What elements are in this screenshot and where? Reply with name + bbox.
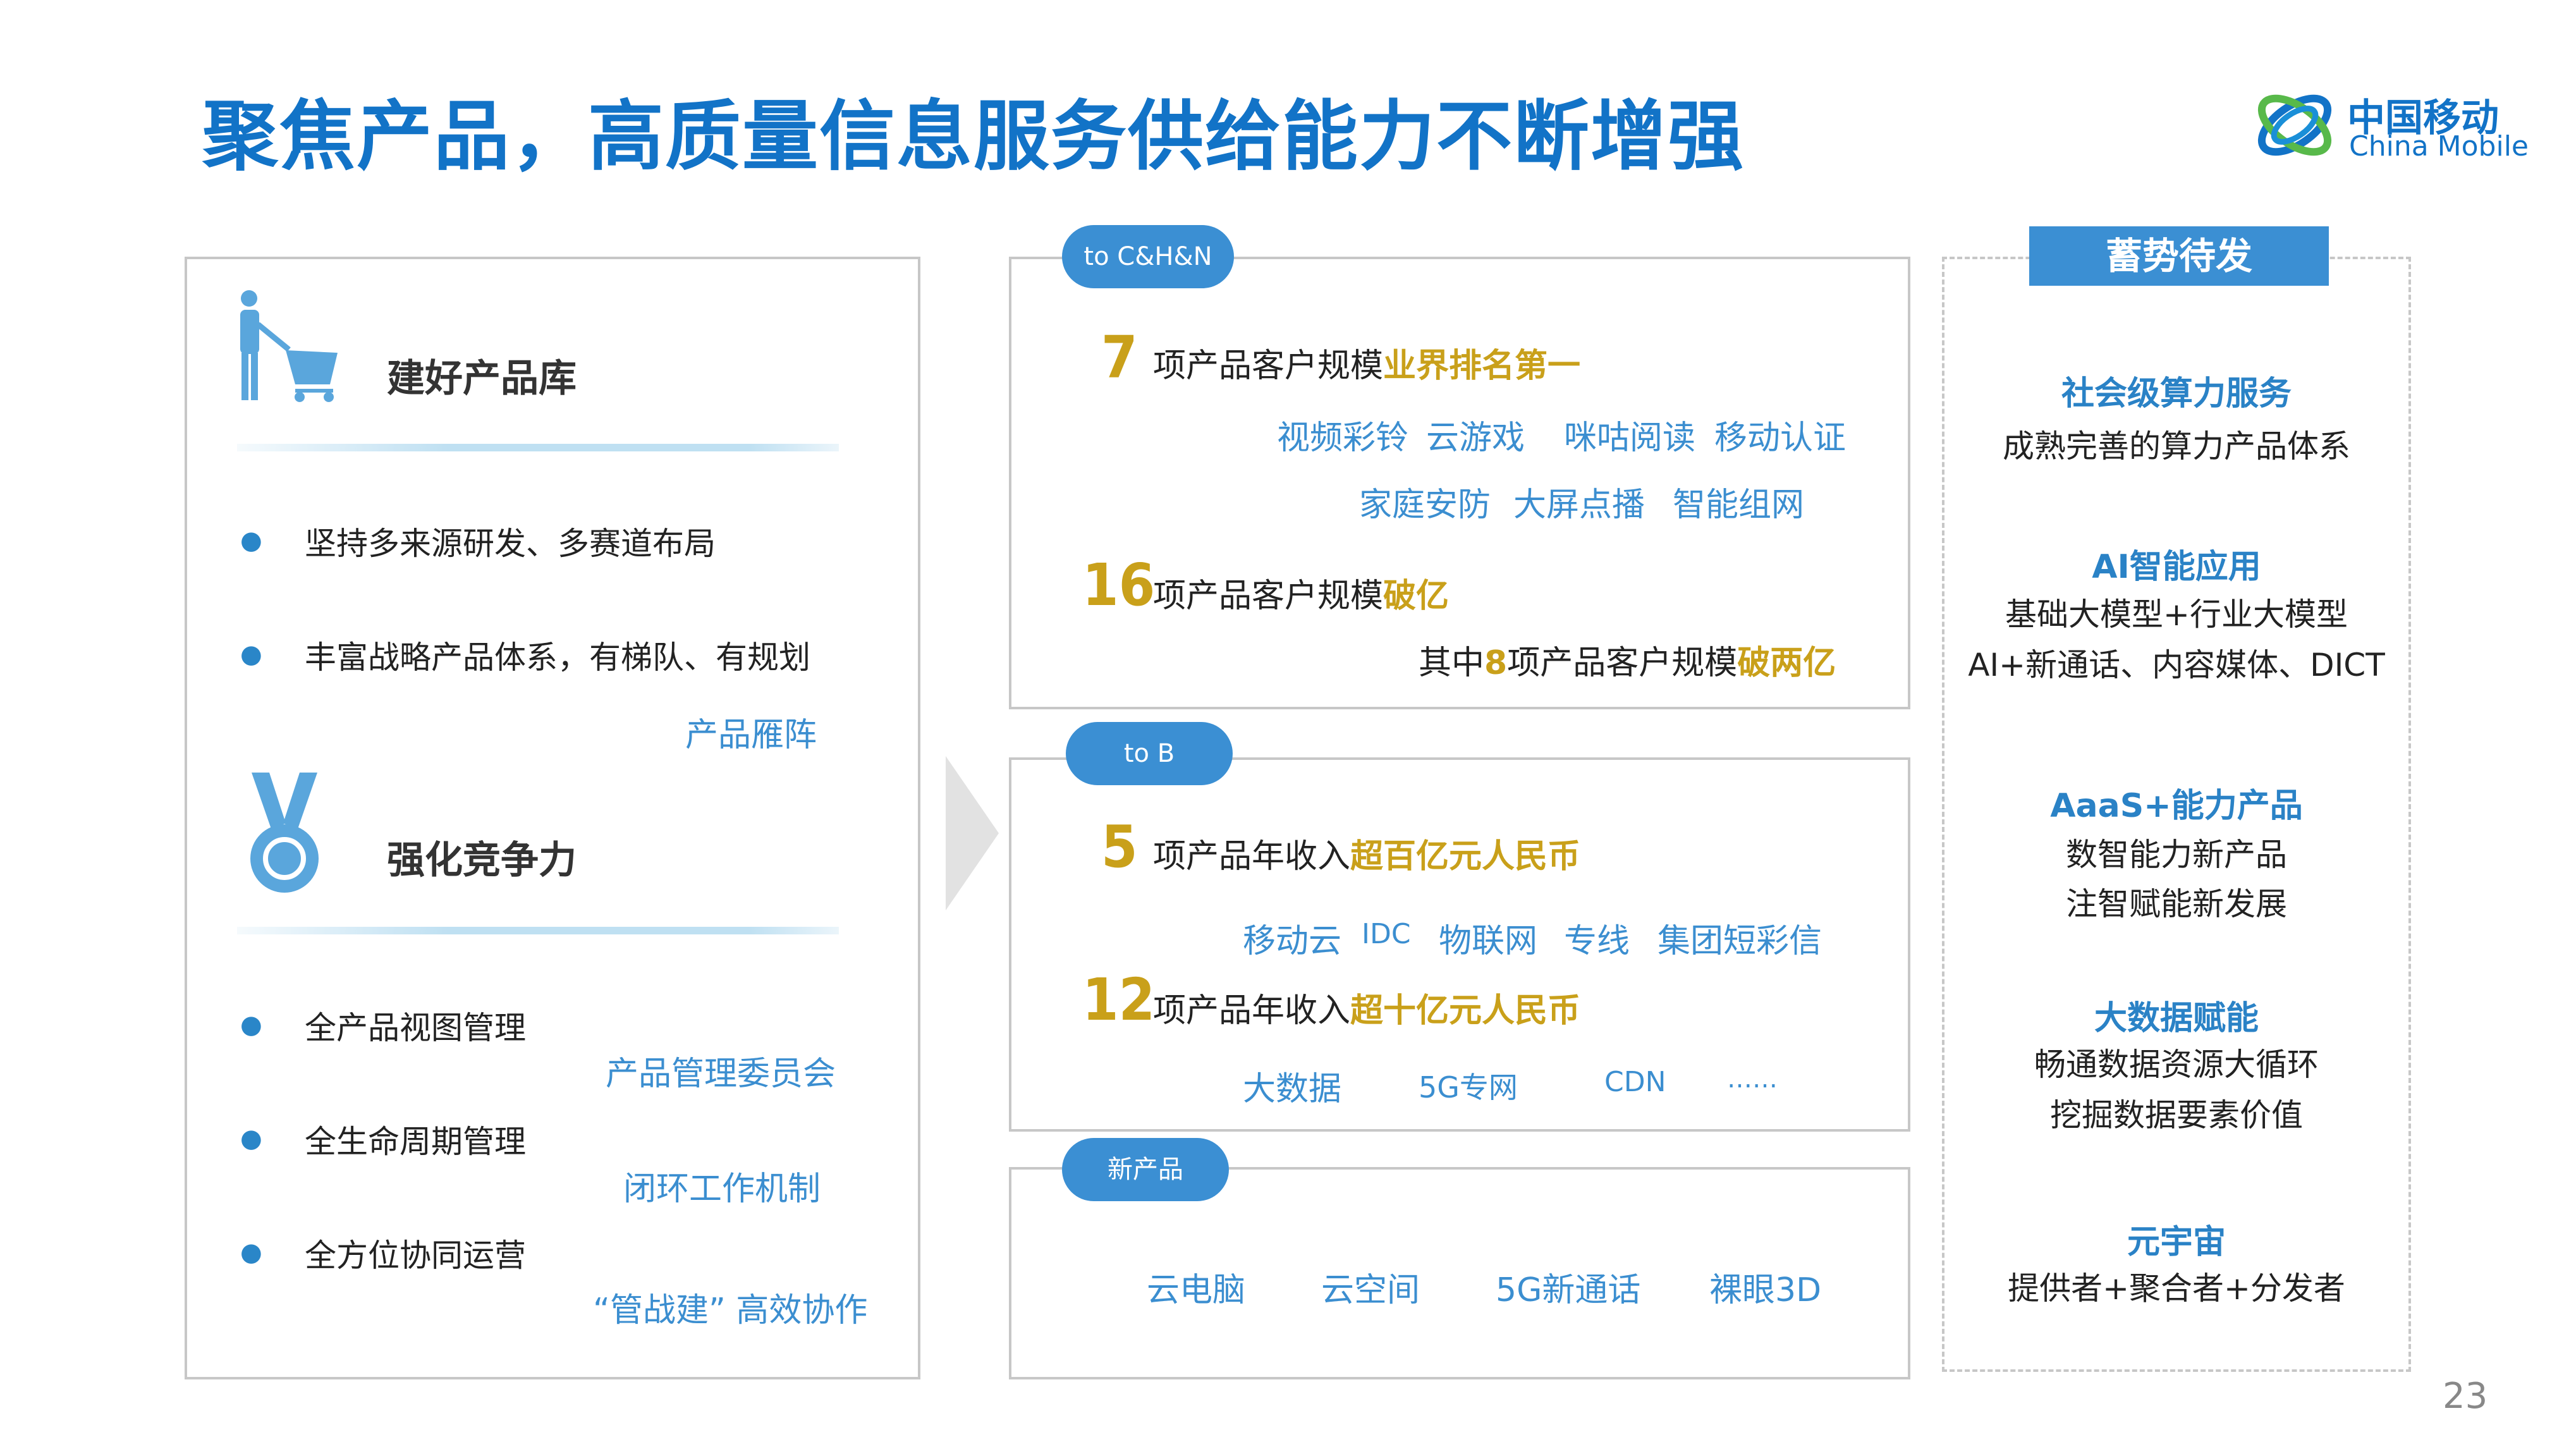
left-bullet-4: 全生命周期管理 (305, 1123, 526, 1160)
product-item: 移动认证 (1714, 419, 1847, 457)
right-group-line: 基础大模型+行业大模型 (2005, 596, 2348, 633)
bullet-dot: ● (240, 1010, 262, 1039)
sub-stat-highlight: 破两亿 (1737, 644, 1836, 682)
new-product-item: 云电脑 (1147, 1271, 1246, 1309)
to-chn-pill: to C&H&N (1062, 225, 1234, 288)
product-item: 云游戏 (1426, 419, 1525, 457)
product-committee-tag: 产品管理委员会 (606, 1055, 836, 1093)
stat-line: 项产品年收入超百亿元人民币 (1153, 829, 1580, 877)
bullet-dot: ● (240, 1124, 262, 1153)
stat-text: 项产品年收入 (1153, 992, 1351, 1030)
product-item: 智能组网 (1673, 486, 1805, 524)
page-number: 23 (2443, 1376, 2488, 1417)
section-competitiveness-title: 强化竞争力 (387, 838, 577, 883)
right-group-head: 元宇宙 (2127, 1223, 2226, 1261)
product-item: 移动云 (1243, 922, 1342, 960)
section-build-library-title: 建好产品库 (387, 357, 577, 401)
left-bullet-1: 坚持多来源研发、多赛道布局 (305, 525, 716, 562)
to-b-pill: to B (1066, 722, 1233, 785)
stat-text: 项产品年收入 (1153, 838, 1351, 876)
stat-highlight: 超百亿元人民币 (1350, 838, 1581, 876)
product-item: 大屏点播 (1513, 486, 1645, 524)
right-group-head: AI智能应用 (2092, 548, 2261, 586)
product-item: CDN (1604, 1066, 1666, 1098)
china-mobile-logo-icon (2257, 94, 2332, 156)
product-item: IDC (1362, 918, 1411, 950)
closed-loop-tag: 闭环工作机制 (623, 1170, 821, 1208)
left-bullet-2: 丰富战略产品体系，有梯队、有规划 (305, 639, 810, 676)
product-item: 集团短彩信 (1657, 922, 1822, 960)
sub-stat-number: 8 (1484, 644, 1508, 682)
product-item: 家庭安防 (1359, 486, 1491, 524)
section-divider (237, 444, 839, 451)
new-product-item: 云空间 (1321, 1271, 1420, 1309)
stat-highlight: 业界排名第一 (1383, 347, 1581, 385)
product-item: 大数据 (1243, 1070, 1342, 1108)
stat-highlight: 超十亿元人民币 (1350, 992, 1581, 1030)
stat-line: 项产品客户规模业界排名第一 (1153, 339, 1580, 386)
product-item: 视频彩铃 (1277, 419, 1409, 457)
right-group-line: AI+新通话、内容媒体、DICT (1968, 647, 2385, 683)
shopping-cart-person-icon (240, 290, 338, 402)
section-divider (237, 927, 839, 934)
stat-line: 项产品客户规模破亿 (1153, 569, 1449, 616)
chevron-right-icon (946, 756, 999, 910)
stat-number: 12 (1082, 966, 1156, 1034)
page-title: 聚焦产品，高质量信息服务供给能力不断增强 (202, 93, 1745, 181)
stat-number: 7 (1101, 324, 1138, 391)
product-formation-tag: 产品雁阵 (685, 716, 817, 754)
sub-stat-line: 其中8项产品客户规模破两亿 (1419, 636, 1836, 683)
stat-number: 5 (1101, 813, 1138, 881)
product-item: …… (1727, 1065, 1778, 1094)
right-group-line: 成熟完善的算力产品体系 (2003, 428, 2350, 465)
bullet-dot: ● (240, 526, 262, 555)
sub-stat-text: 项产品客户规模 (1507, 644, 1738, 682)
stat-highlight: 破亿 (1383, 577, 1450, 615)
bullet-dot: ● (240, 640, 262, 669)
bullet-dot: ● (240, 1238, 262, 1267)
stat-line: 项产品年收入超十亿元人民币 (1153, 984, 1580, 1031)
new-products-pill: 新产品 (1062, 1138, 1229, 1201)
product-item: 物联网 (1439, 922, 1538, 960)
logo-english: China Mobile (2349, 130, 2529, 162)
right-group-line: 畅通数据资源大循环 (2034, 1046, 2319, 1083)
product-item: 5G专网 (1419, 1070, 1518, 1104)
right-group-line: 注智赋能新发展 (2066, 886, 2287, 922)
stat-text: 项产品客户规模 (1153, 577, 1384, 615)
right-group-head: AaaS+能力产品 (2050, 787, 2303, 825)
collaboration-tag: “管战建” 高效协作 (593, 1292, 868, 1330)
medal-icon (250, 773, 319, 893)
product-item: 专线 (1564, 922, 1630, 960)
stat-number: 16 (1082, 551, 1156, 619)
right-group-line: 数智能力新产品 (2066, 836, 2287, 873)
right-group-line: 提供者+聚合者+分发者 (2008, 1270, 2345, 1307)
sub-stat-pre: 其中 (1419, 644, 1485, 682)
right-panel-title: 蓄势待发 (2105, 235, 2252, 278)
product-item: 咪咕阅读 (1564, 419, 1696, 457)
left-bullet-5: 全方位协同运营 (305, 1237, 526, 1274)
left-bullet-3: 全产品视图管理 (305, 1010, 526, 1046)
new-product-item: 5G新通话 (1496, 1271, 1641, 1309)
right-group-head: 大数据赋能 (2094, 1000, 2259, 1037)
stat-text: 项产品客户规模 (1153, 347, 1384, 385)
new-product-item: 裸眼3D (1709, 1271, 1822, 1309)
right-group-line: 挖掘数据要素价值 (2050, 1097, 2303, 1134)
right-group-head: 社会级算力服务 (2061, 375, 2292, 413)
